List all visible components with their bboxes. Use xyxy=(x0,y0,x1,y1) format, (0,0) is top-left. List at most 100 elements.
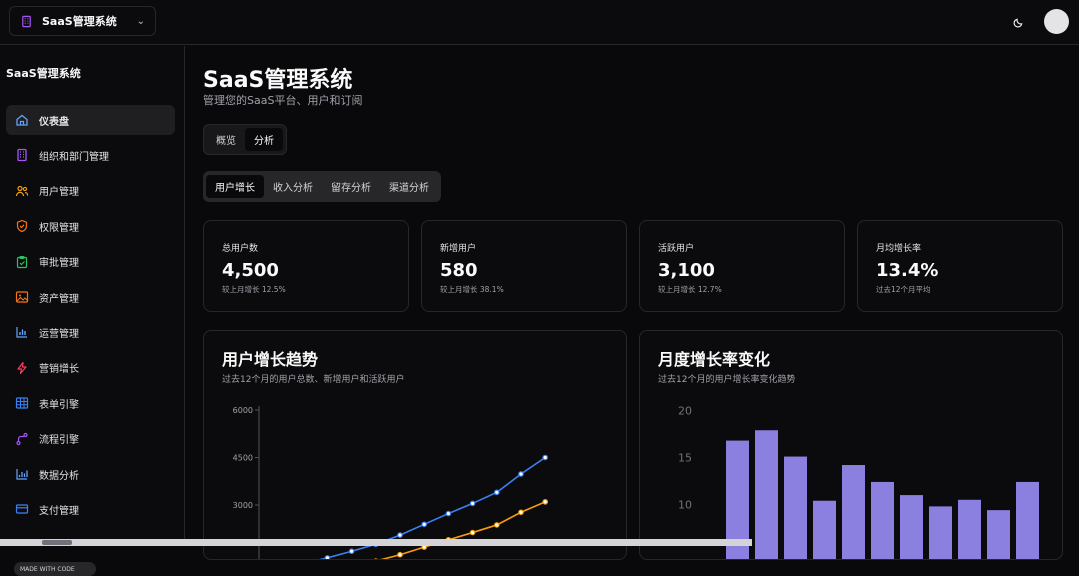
y-tick-label: 3000 xyxy=(233,501,253,510)
subtab-user-growth[interactable]: 用户增长 xyxy=(206,175,264,198)
sidebar-item-7[interactable]: 营销增长 xyxy=(6,353,175,383)
data-point-1-5 xyxy=(397,551,403,558)
chart-title: 用户增长趋势 xyxy=(222,350,319,369)
clipboard-icon xyxy=(15,255,29,269)
analytics-icon xyxy=(15,467,29,481)
made-with-badge[interactable]: MADE WITH CODE xyxy=(14,562,96,576)
sidebar-item-1[interactable]: 组织和部门管理 xyxy=(6,140,175,170)
sidebar-item-label: 用户管理 xyxy=(39,187,79,199)
stat-label: 总用户数 xyxy=(222,244,259,254)
chevron-down-icon: ⌄ xyxy=(136,15,145,27)
bar-10 xyxy=(1016,481,1039,559)
tab-analytics[interactable]: 分析 xyxy=(245,128,283,151)
stat-card-new-users: 新增用户 580 较上月增长 38.1% xyxy=(421,220,627,312)
sidebar-item-10[interactable]: 数据分析 xyxy=(6,459,175,489)
sidebar-item-11[interactable]: 支付管理 xyxy=(6,494,175,524)
users-icon xyxy=(15,184,29,198)
sidebar-item-0[interactable]: 仪表盘 xyxy=(6,105,175,135)
bar-6 xyxy=(900,495,923,559)
image-icon xyxy=(15,290,29,304)
data-point-1-8 xyxy=(469,529,476,536)
sidebar-item-label: 流程引擎 xyxy=(39,435,79,447)
chart-subtitle: 过去12个月的用户总数、新增用户和活跃用户 xyxy=(222,375,405,385)
stat-label: 活跃用户 xyxy=(658,244,695,254)
growth-chart-card: 6000 4500 3000 用户增长趋势 过去12个月的用户总数、新增用户和活跃用… xyxy=(203,330,627,560)
sidebar-item-label: 运营管理 xyxy=(39,328,79,340)
avatar[interactable] xyxy=(1044,9,1069,34)
workflow-icon xyxy=(15,432,29,446)
page-subtitle: 管理您的SaaS平台、用户和订阅 xyxy=(203,94,363,107)
credit-card-icon xyxy=(15,502,29,516)
y-tick-label: 10 xyxy=(678,499,692,512)
sidebar-item-label: 数据分析 xyxy=(39,470,79,482)
data-point-1-4 xyxy=(373,558,378,559)
bar-5 xyxy=(871,481,894,559)
subtab-revenue[interactable]: 收入分析 xyxy=(264,175,322,198)
data-point-0-2 xyxy=(324,555,331,559)
sidebar-item-label: 资产管理 xyxy=(39,293,79,305)
sidebar-item-label: 支付管理 xyxy=(39,505,79,517)
stat-value: 3,100 xyxy=(658,260,715,281)
stat-delta: 较上月增长 12.7% xyxy=(658,285,722,294)
stat-delta: 较上月增长 38.1% xyxy=(440,285,504,294)
y-tick-label: 4500 xyxy=(233,454,253,463)
bar-8 xyxy=(958,499,981,559)
stat-card-growth-rate: 月均增长率 13.4% 过去12个月平均 xyxy=(857,220,1063,312)
subtab-channel[interactable]: 渠道分析 xyxy=(380,175,438,198)
rate-chart-card: 20 15 10 月度增长率变化 过去12个月的用户增长率变化趋势 xyxy=(639,330,1063,560)
stat-value: 580 xyxy=(440,260,478,281)
stat-value: 4,500 xyxy=(222,260,279,281)
theme-toggle-button[interactable] xyxy=(1008,12,1028,32)
bar-9 xyxy=(987,510,1010,559)
sidebar-brand: SaaS管理系统 xyxy=(6,67,81,80)
stat-delta: 较上月增长 12.5% xyxy=(222,285,286,294)
sidebar-item-2[interactable]: 用户管理 xyxy=(6,176,175,206)
home-icon xyxy=(15,113,29,127)
sidebar-item-5[interactable]: 资产管理 xyxy=(6,282,175,312)
data-point-0-6 xyxy=(421,521,428,528)
analytics-subtabs: 用户增长 收入分析 留存分析 渠道分析 xyxy=(203,171,441,202)
stat-card-active-users: 活跃用户 3,100 较上月增长 12.7% xyxy=(639,220,845,312)
building-icon xyxy=(15,148,29,162)
stat-card-total-users: 总用户数 4,500 较上月增长 12.5% xyxy=(203,220,409,312)
data-point-1-11 xyxy=(542,499,549,505)
y-tick-label: 15 xyxy=(678,452,692,465)
sidebar-item-4[interactable]: 审批管理 xyxy=(6,247,175,277)
stat-value: 13.4% xyxy=(876,260,939,281)
stat-label: 月均增长率 xyxy=(876,244,922,254)
zap-icon xyxy=(15,361,29,375)
sidebar: SaaS管理系统 仪表盘组织和部门管理 用户管理权限管理审批管理资产管理运营管理营… xyxy=(0,46,185,576)
shield-icon xyxy=(15,219,29,233)
app-switcher[interactable]: SaaS管理系统 ⌄ xyxy=(9,6,156,36)
chart-title: 月度增长率变化 xyxy=(658,350,771,369)
data-point-0-10 xyxy=(518,471,524,477)
sidebar-item-label: 表单引擎 xyxy=(39,399,79,411)
view-tabs: 概览 分析 xyxy=(203,124,287,155)
sidebar-item-label: 仪表盘 xyxy=(39,116,69,128)
sidebar-item-3[interactable]: 权限管理 xyxy=(6,211,175,241)
top-bar: SaaS管理系统 ⌄ xyxy=(0,0,1079,45)
data-point-1-10 xyxy=(518,509,524,516)
horizontal-scrollbar[interactable] xyxy=(0,539,752,546)
data-point-0-3 xyxy=(348,548,355,555)
data-point-0-7 xyxy=(445,510,452,517)
data-point-1-9 xyxy=(493,522,500,528)
sidebar-item-label: 审批管理 xyxy=(39,258,79,270)
scrollbar-thumb[interactable] xyxy=(42,540,72,545)
stat-label: 新增用户 xyxy=(440,244,477,254)
y-tick-label: 6000 xyxy=(233,406,253,415)
sidebar-item-label: 组织和部门管理 xyxy=(39,151,109,163)
sidebar-item-8[interactable]: 表单引擎 xyxy=(6,388,175,418)
subtab-retention[interactable]: 留存分析 xyxy=(322,175,380,198)
bar-3 xyxy=(813,500,836,559)
tab-overview[interactable]: 概览 xyxy=(207,128,245,151)
data-point-0-11 xyxy=(542,454,549,461)
stat-delta: 过去12个月平均 xyxy=(876,285,931,294)
building-icon xyxy=(20,14,34,28)
main-content: SaaS管理系统 管理您的SaaS平台、用户和订阅 概览 分析 用户增长 收入分… xyxy=(186,46,1079,560)
sidebar-item-9[interactable]: 流程引擎 xyxy=(6,424,175,454)
sidebar-item-6[interactable]: 运营管理 xyxy=(6,317,175,347)
sidebar-item-label: 权限管理 xyxy=(39,222,79,234)
table-icon xyxy=(15,396,29,410)
y-tick-label: 20 xyxy=(678,405,692,418)
